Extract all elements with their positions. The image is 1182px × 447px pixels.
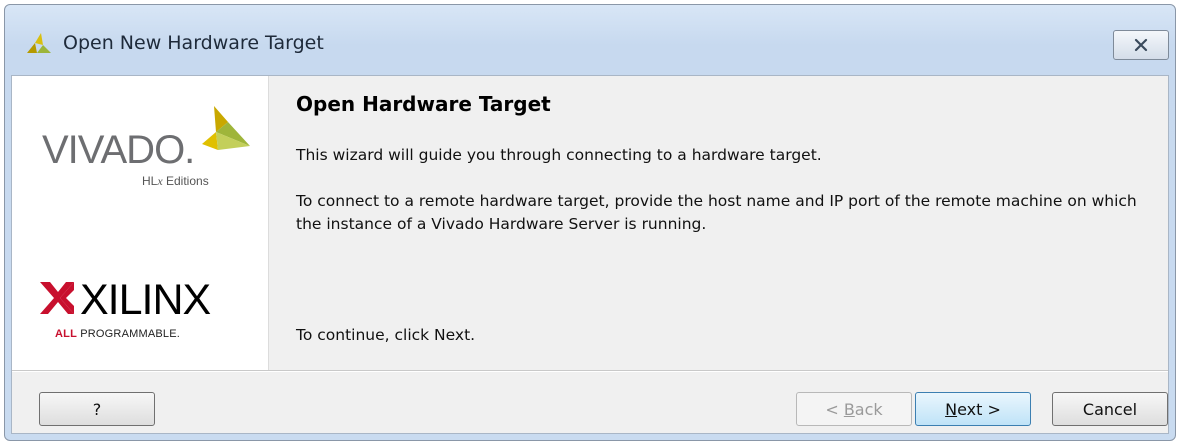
help-button[interactable]: ? [39, 392, 155, 426]
back-button[interactable]: < Back [796, 392, 912, 426]
next-button[interactable]: Next > [915, 392, 1031, 426]
xilinx-tagline: ALL PROGRAMMABLE. [55, 328, 181, 340]
close-button[interactable] [1113, 30, 1169, 60]
intro-text: This wizard will guide you through conne… [296, 146, 822, 164]
window-title: Open New Hardware Target [63, 32, 324, 54]
continue-text: To continue, click Next. [296, 326, 476, 344]
wizard-body: VIVADO. HLx Editions XILINX ALL PROGRAMM… [11, 75, 1169, 434]
vivado-wordmark: VIVADO. [42, 128, 195, 172]
brand-panel: VIVADO. HLx Editions XILINX ALL PROGRAMM… [12, 76, 269, 370]
page-title: Open Hardware Target [296, 92, 551, 116]
cancel-button[interactable]: Cancel [1052, 392, 1168, 426]
vivado-leaf-icon [27, 33, 51, 53]
vivado-leaf-logo-icon [202, 106, 250, 150]
footer-separator [12, 370, 1168, 372]
xilinx-logo: XILINX ALL PROGRAMMABLE. [40, 276, 250, 346]
back-button-label: < Back [825, 399, 883, 419]
remote-instructions-text: To connect to a remote hardware target, … [296, 192, 1137, 233]
title-bar[interactable]: Open New Hardware Target [5, 5, 1175, 75]
cancel-button-label: Cancel [1082, 399, 1138, 419]
wizard-window: Open New Hardware Target VIVADO. HLx Edi… [4, 4, 1176, 441]
vivado-edition-label: HLx Editions [142, 174, 209, 188]
vivado-logo: VIVADO. HLx Editions [42, 104, 252, 194]
help-button-label: ? [92, 399, 102, 419]
next-button-label: Next > [945, 399, 1001, 419]
wizard-content: Open Hardware Target This wizard will gu… [296, 76, 1158, 370]
xilinx-wordmark: XILINX [80, 276, 211, 324]
close-icon [1134, 38, 1148, 52]
xilinx-mark-icon [40, 282, 74, 314]
